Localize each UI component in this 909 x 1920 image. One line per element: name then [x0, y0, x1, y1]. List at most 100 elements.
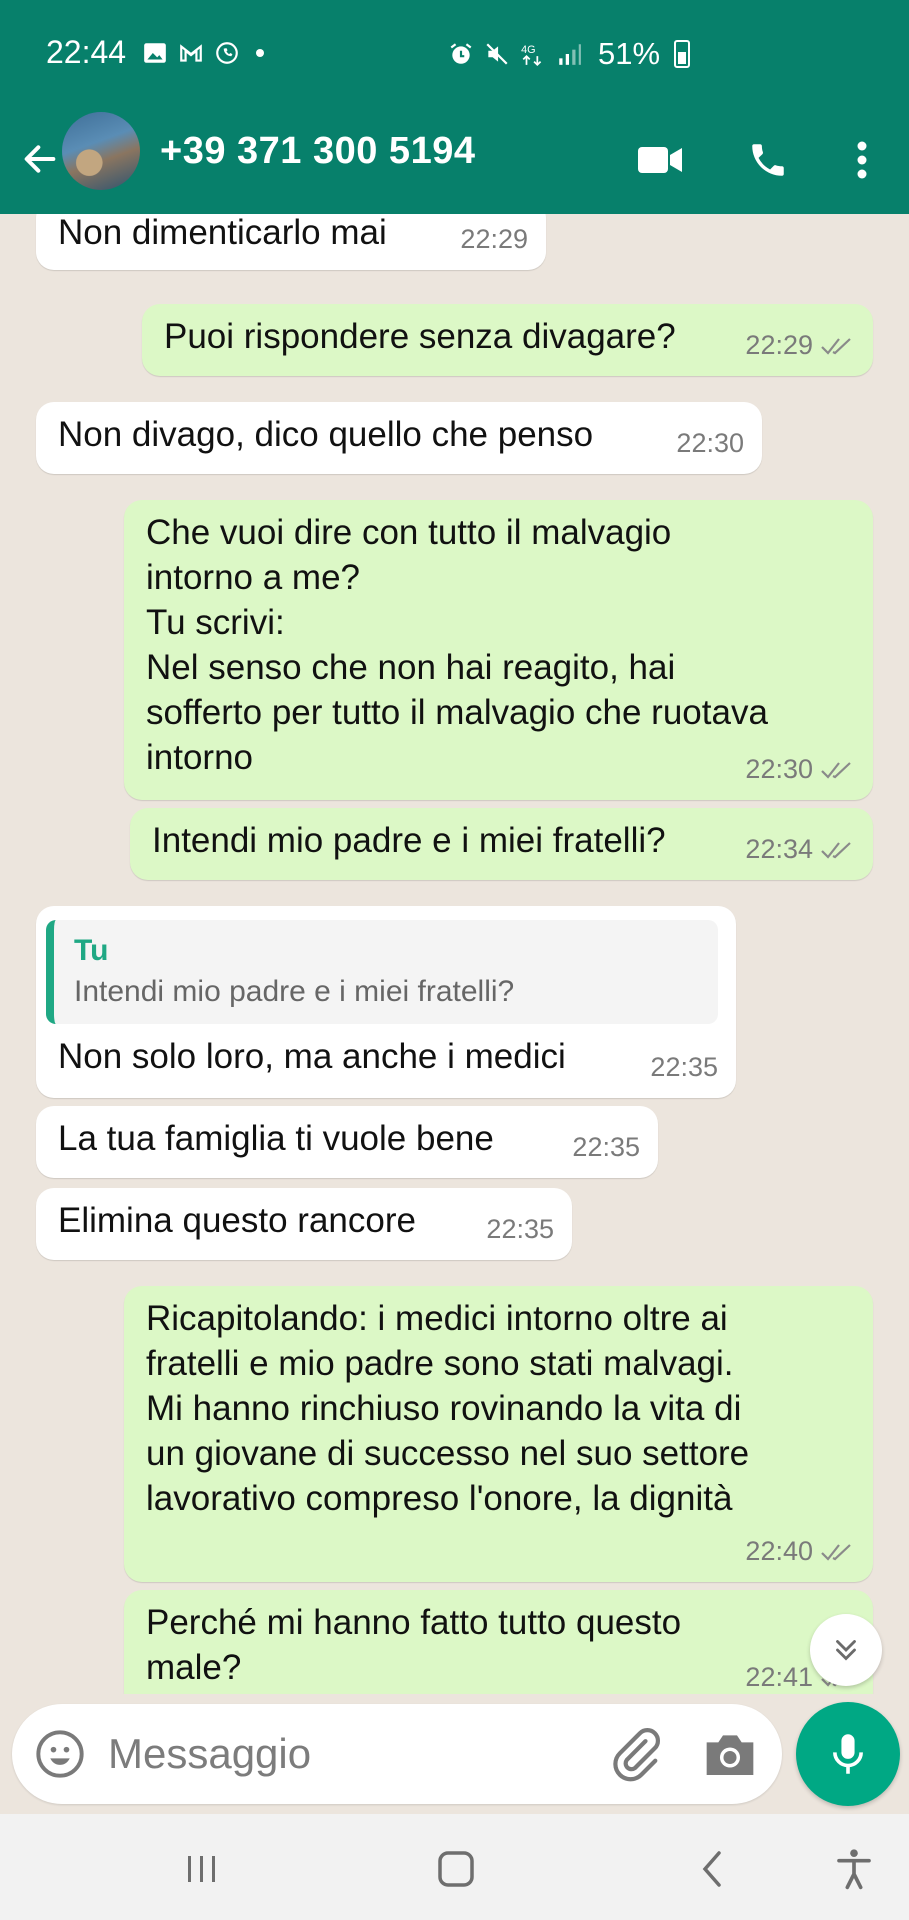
- attach-icon[interactable]: [607, 1726, 663, 1782]
- home-button[interactable]: [426, 1844, 486, 1894]
- phone-icon: [752, 144, 784, 176]
- video-call-button[interactable]: [632, 132, 688, 188]
- svg-text:4G: 4G: [521, 44, 535, 56]
- message-meta: 22:35: [486, 1207, 554, 1252]
- message-meta: 22:29: [460, 217, 528, 262]
- message-meta: 22:34: [745, 827, 855, 872]
- message-text: Intendi mio padre e i miei fratelli?: [152, 821, 666, 860]
- notification-icons: [142, 40, 264, 66]
- recent-apps-button[interactable]: [172, 1844, 232, 1894]
- message-meta: 22:35: [572, 1125, 640, 1170]
- message-meta: 22:30: [676, 421, 744, 466]
- image-icon: [144, 43, 166, 63]
- more-vertical-icon: [857, 141, 867, 179]
- read-ticks-icon: [821, 337, 851, 355]
- message-line: Mi hanno rinchiuso rovinando la vita di: [146, 1389, 742, 1428]
- status-time: 22:44: [46, 34, 127, 70]
- message-line: Perché mi hanno fatto tutto questo: [146, 1603, 682, 1642]
- more-options-button[interactable]: [834, 132, 890, 188]
- double-chevron-down-icon: [836, 1640, 856, 1661]
- accessibility-icon: [837, 1849, 871, 1890]
- avatar[interactable]: [62, 112, 140, 190]
- message-line: intorno a me?: [146, 558, 361, 597]
- message-time: 22:29: [460, 224, 528, 254]
- message-outgoing[interactable]: Che vuoi dire con tutto il malvagio into…: [124, 500, 873, 800]
- message-text: Non dimenticarlo mai: [58, 214, 387, 252]
- accessibility-button[interactable]: [824, 1844, 884, 1894]
- emoji-icon[interactable]: [34, 1728, 86, 1780]
- message-time: 22:35: [650, 1052, 718, 1082]
- read-ticks-icon: [821, 1543, 851, 1561]
- camera-icon[interactable]: [702, 1728, 758, 1780]
- mute-icon: [486, 43, 508, 65]
- message-line: fratelli e mio padre sono stati malvagi.: [146, 1344, 734, 1383]
- message-composer: [12, 1704, 782, 1804]
- quoted-message[interactable]: Tu Intendi mio padre e i miei fratelli?: [46, 920, 718, 1024]
- quoted-author: Tu: [74, 934, 109, 967]
- input-bar: [0, 1694, 909, 1814]
- message-time: 22:40: [745, 1536, 813, 1566]
- message-line: un giovane di successo nel suo settore: [146, 1434, 750, 1473]
- message-line: Che vuoi dire con tutto il malvagio: [146, 513, 672, 552]
- message-text: Non divago, dico quello che penso: [58, 415, 594, 454]
- message-outgoing[interactable]: Puoi rispondere senza divagare? 22:29: [142, 304, 873, 376]
- message-time: 22:29: [745, 330, 813, 360]
- message-incoming[interactable]: Non divago, dico quello che penso 22:30: [36, 402, 762, 474]
- message-time: 22:30: [745, 754, 813, 784]
- alarm-icon: [450, 43, 472, 64]
- back-arrow-icon: [24, 145, 56, 173]
- voice-message-button[interactable]: [796, 1702, 900, 1806]
- 4g-icon: 4G: [521, 44, 542, 67]
- message-meta: 22:29: [745, 323, 855, 368]
- chat-header: +39 371 300 5194: [0, 108, 909, 214]
- battery-level: 51%: [598, 36, 661, 71]
- read-ticks-icon: [821, 761, 851, 779]
- back-chevron-icon: [702, 1851, 721, 1887]
- message-meta: 22:35: [650, 1045, 718, 1090]
- chat-area[interactable]: Non dimenticarlo mai 22:29 Puoi risponde…: [0, 214, 909, 1694]
- message-outgoing[interactable]: Ricapitolando: i medici intorno oltre ai…: [124, 1286, 873, 1582]
- message-text: Elimina questo rancore: [58, 1201, 416, 1240]
- recent-apps-icon: [188, 1856, 215, 1882]
- message-time: 22:35: [572, 1132, 640, 1162]
- signal-icon: [559, 44, 581, 65]
- message-line: sofferto per tutto il malvagio che ruota…: [146, 693, 768, 732]
- message-line: Ricapitolando: i medici intorno oltre ai: [146, 1299, 728, 1338]
- message-incoming-reply[interactable]: Tu Intendi mio padre e i miei fratelli? …: [36, 906, 736, 1098]
- message-meta: 22:40: [745, 1529, 855, 1574]
- back-button[interactable]: [14, 128, 66, 190]
- message-time: 22:34: [745, 834, 813, 864]
- read-ticks-icon: [821, 841, 851, 859]
- message-text: Non solo loro, ma anche i medici: [58, 1037, 566, 1076]
- message-outgoing[interactable]: Intendi mio padre e i miei fratelli? 22:…: [130, 808, 873, 880]
- message-text: La tua famiglia ti vuole bene: [58, 1119, 494, 1158]
- scroll-to-bottom-button[interactable]: [810, 1614, 882, 1686]
- dot-icon: [256, 49, 264, 57]
- mic-icon: [833, 1734, 863, 1774]
- message-meta: 22:30: [745, 747, 855, 792]
- system-icons: 4G 51%: [448, 36, 691, 72]
- battery-icon: [674, 40, 691, 68]
- message-incoming[interactable]: Non dimenticarlo mai 22:29: [36, 214, 546, 270]
- gmail-icon: [180, 44, 202, 62]
- message-time: 22:30: [676, 428, 744, 458]
- message-outgoing[interactable]: Perché mi hanno fatto tutto questo male?…: [124, 1590, 873, 1694]
- message-time: 22:35: [486, 1214, 554, 1244]
- message-text: Puoi rispondere senza divagare?: [164, 317, 676, 356]
- contact-name[interactable]: +39 371 300 5194: [160, 130, 475, 173]
- message-line: Nel senso che non hai reagito, hai: [146, 648, 676, 687]
- message-input[interactable]: [108, 1724, 588, 1784]
- message-time: 22:41: [745, 1662, 813, 1692]
- voice-call-button[interactable]: [740, 132, 796, 188]
- message-incoming[interactable]: Elimina questo rancore 22:35: [36, 1188, 572, 1260]
- system-nav-bar: [0, 1814, 909, 1920]
- status-bar: 22:44 4G 51%: [0, 0, 909, 108]
- back-nav-button[interactable]: [682, 1844, 742, 1894]
- message-incoming[interactable]: La tua famiglia ti vuole bene 22:35: [36, 1106, 658, 1178]
- message-line: lavorativo compreso l'onore, la dignità: [146, 1479, 733, 1518]
- home-icon: [438, 1851, 474, 1887]
- whatsapp-icon: [216, 42, 238, 64]
- video-call-icon: [638, 147, 682, 173]
- quoted-text: Intendi mio padre e i miei fratelli?: [74, 975, 515, 1008]
- message-line: Tu scrivi:: [146, 603, 285, 642]
